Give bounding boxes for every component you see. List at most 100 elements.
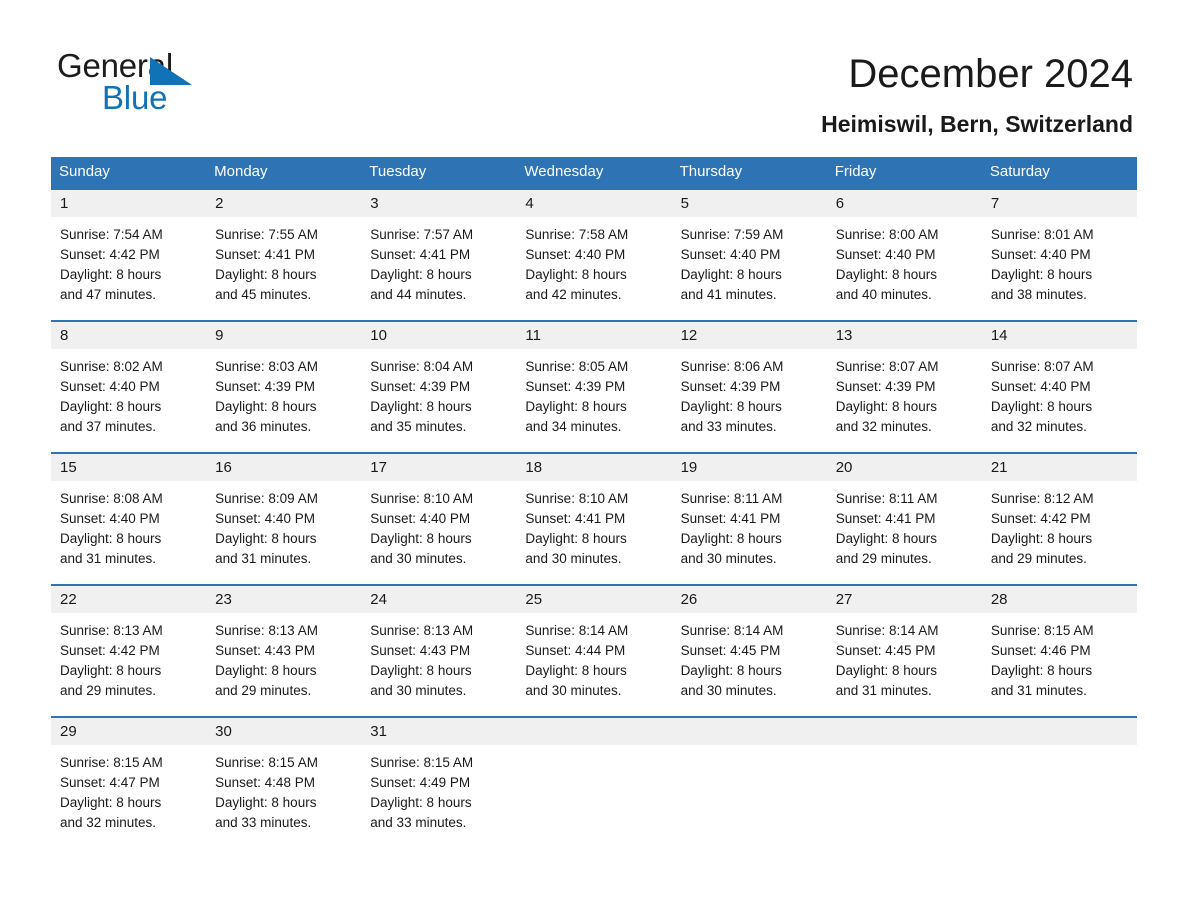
- calendar-day-cell[interactable]: 30 Sunrise: 8:15 AM Sunset: 4:48 PM Dayligh…: [206, 718, 362, 844]
- daylight-line1-text: Daylight: 8 hours: [525, 663, 627, 678]
- day-number: 10: [361, 322, 517, 349]
- calendar-day-cell[interactable]: 12 Sunrise: 8:06 AM Sunset: 4:39 PM Dayligh…: [671, 322, 827, 448]
- sunset-text: Sunset: 4:41 PM: [215, 247, 315, 262]
- calendar-day-cell[interactable]: 26 Sunrise: 8:14 AM Sunset: 4:45 PM Dayligh…: [671, 586, 827, 712]
- calendar-day-cell[interactable]: 4 Sunrise: 7:58 AM Sunset: 4:40 PM Daylight…: [516, 190, 672, 316]
- calendar-day-cell[interactable]: 24 Sunrise: 8:13 AM Sunset: 4:43 PM Dayligh…: [361, 586, 517, 712]
- day-number: 17: [361, 454, 517, 481]
- sunrise-text: Sunrise: 8:12 AM: [990, 491, 1094, 506]
- calendar-day-cell[interactable]: 2 Sunrise: 7:55 AM Sunset: 4:41 PM Daylight…: [206, 190, 362, 316]
- day-number: 13: [826, 322, 982, 349]
- daylight-line1-text: Daylight: 8 hours: [215, 267, 317, 282]
- day-number: 16: [206, 454, 362, 481]
- calendar-weeks: 1 Sunrise: 7:54 AM Sunset: 4:42 PM Daylight…: [51, 188, 1137, 844]
- day-details: Sunrise: 8:07 AM Sunset: 4:39 PM Daylight:…: [827, 349, 982, 437]
- day-number: 7: [981, 190, 1137, 217]
- day-number: 23: [206, 586, 362, 613]
- calendar-day-cell[interactable]: 25 Sunrise: 8:14 AM Sunset: 4:44 PM Dayligh…: [516, 586, 672, 712]
- day-details: Sunrise: 8:13 AM Sunset: 4:43 PM Daylight:…: [361, 613, 516, 701]
- sunset-text: Sunset: 4:42 PM: [60, 643, 160, 658]
- daylight-line2-text: and 30 minutes.: [370, 683, 467, 698]
- weekday-header-saturday: Saturday: [989, 163, 1050, 180]
- sunset-text: Sunset: 4:40 PM: [835, 247, 936, 262]
- daylight-line1-text: Daylight: 8 hours: [370, 531, 472, 546]
- sunrise-text: Sunrise: 8:11 AM: [835, 491, 938, 506]
- day-details: Sunrise: 8:13 AM Sunset: 4:43 PM Daylight:…: [206, 613, 361, 701]
- day-number: 6: [826, 190, 982, 217]
- sunset-text: Sunset: 4:41 PM: [835, 511, 936, 526]
- general-blue-logo[interactable]: General Blue: [57, 48, 257, 120]
- day-number: [981, 718, 1137, 745]
- daylight-line2-text: and 34 minutes.: [525, 419, 622, 434]
- day-number: 24: [361, 586, 517, 613]
- calendar-cell-empty: [516, 718, 672, 844]
- calendar-day-cell[interactable]: 21 Sunrise: 8:12 AM Sunset: 4:42 PM Dayligh…: [981, 454, 1137, 580]
- daylight-line2-text: and 37 minutes.: [60, 419, 157, 434]
- daylight-line1-text: Daylight: 8 hours: [990, 267, 1093, 282]
- daylight-line1-text: Daylight: 8 hours: [370, 267, 472, 282]
- calendar-day-cell[interactable]: 31 Sunrise: 8:15 AM Sunset: 4:49 PM Dayligh…: [361, 718, 517, 844]
- daylight-line1-text: Daylight: 8 hours: [370, 399, 472, 414]
- calendar-day-cell[interactable]: 1 Sunrise: 7:54 AM Sunset: 4:42 PM Daylight…: [51, 190, 207, 316]
- calendar-day-cell[interactable]: 10 Sunrise: 8:04 AM Sunset: 4:39 PM Dayligh…: [361, 322, 517, 448]
- day-details: Sunrise: 8:14 AM Sunset: 4:44 PM Daylight:…: [516, 613, 671, 701]
- day-number: [671, 718, 827, 745]
- calendar-cell-empty: [826, 718, 982, 844]
- calendar-day-cell[interactable]: 7 Sunrise: 8:01 AM Sunset: 4:40 PM Daylight…: [981, 190, 1137, 316]
- sunrise-text: Sunrise: 7:54 AM: [60, 227, 163, 242]
- daylight-line1-text: Daylight: 8 hours: [370, 663, 472, 678]
- calendar-cell-empty: [981, 718, 1137, 844]
- day-details: Sunrise: 8:06 AM Sunset: 4:39 PM Daylight:…: [672, 349, 827, 437]
- daylight-line2-text: and 32 minutes.: [835, 419, 932, 434]
- weekday-header-row: Sunday Monday Tuesday Wednesday Thursday Frid…: [51, 157, 1137, 188]
- calendar-day-cell[interactable]: 11 Sunrise: 8:05 AM Sunset: 4:39 PM Dayligh…: [516, 322, 672, 448]
- calendar-day-cell[interactable]: 6 Sunrise: 8:00 AM Sunset: 4:40 PM Daylight…: [826, 190, 982, 316]
- daylight-line1-text: Daylight: 8 hours: [680, 399, 782, 414]
- day-details: Sunrise: 8:11 AM Sunset: 4:41 PM Daylight:…: [672, 481, 827, 569]
- calendar-day-cell[interactable]: 13 Sunrise: 8:07 AM Sunset: 4:39 PM Dayligh…: [826, 322, 982, 448]
- calendar-day-cell[interactable]: 8 Sunrise: 8:02 AM Sunset: 4:40 PM Daylight…: [51, 322, 207, 448]
- daylight-line2-text: and 33 minutes.: [680, 419, 777, 434]
- calendar-day-cell[interactable]: 28 Sunrise: 8:15 AM Sunset: 4:46 PM Dayligh…: [981, 586, 1137, 712]
- calendar-day-cell[interactable]: 29 Sunrise: 8:15 AM Sunset: 4:47 PM Dayligh…: [51, 718, 207, 844]
- sunset-text: Sunset: 4:45 PM: [835, 643, 936, 658]
- daylight-line1-text: Daylight: 8 hours: [990, 399, 1093, 414]
- sunset-text: Sunset: 4:47 PM: [60, 775, 160, 790]
- calendar-day-cell[interactable]: 19 Sunrise: 8:11 AM Sunset: 4:41 PM Dayligh…: [671, 454, 827, 580]
- sunrise-text: Sunrise: 8:03 AM: [215, 359, 318, 374]
- sunrise-text: Sunrise: 8:13 AM: [60, 623, 163, 638]
- day-details: Sunrise: 8:07 AM Sunset: 4:40 PM Daylight:…: [982, 349, 1137, 437]
- sunrise-text: Sunrise: 8:02 AM: [60, 359, 163, 374]
- day-details: Sunrise: 7:54 AM Sunset: 4:42 PM Daylight:…: [51, 217, 206, 305]
- calendar-day-cell[interactable]: 22 Sunrise: 8:13 AM Sunset: 4:42 PM Dayligh…: [51, 586, 207, 712]
- calendar-day-cell[interactable]: 27 Sunrise: 8:14 AM Sunset: 4:45 PM Dayligh…: [826, 586, 982, 712]
- sunrise-text: Sunrise: 8:15 AM: [215, 755, 318, 770]
- sunset-text: Sunset: 4:39 PM: [835, 379, 936, 394]
- daylight-line2-text: and 30 minutes.: [370, 551, 467, 566]
- sunset-text: Sunset: 4:39 PM: [370, 379, 471, 394]
- day-details: Sunrise: 8:02 AM Sunset: 4:40 PM Daylight:…: [51, 349, 206, 437]
- calendar-day-cell[interactable]: 15 Sunrise: 8:08 AM Sunset: 4:40 PM Dayligh…: [51, 454, 207, 580]
- calendar-day-cell[interactable]: 16 Sunrise: 8:09 AM Sunset: 4:40 PM Dayligh…: [206, 454, 362, 580]
- calendar-day-cell[interactable]: 18 Sunrise: 8:10 AM Sunset: 4:41 PM Dayligh…: [516, 454, 672, 580]
- calendar-day-cell[interactable]: 5 Sunrise: 7:59 AM Sunset: 4:40 PM Daylight…: [671, 190, 827, 316]
- day-details: Sunrise: 8:10 AM Sunset: 4:41 PM Daylight:…: [516, 481, 671, 569]
- sunset-text: Sunset: 4:40 PM: [215, 511, 315, 526]
- day-number: 4: [516, 190, 672, 217]
- calendar-week-row: 22 Sunrise: 8:13 AM Sunset: 4:42 PM Dayligh…: [51, 584, 1137, 712]
- daylight-line1-text: Daylight: 8 hours: [835, 399, 938, 414]
- calendar-day-cell[interactable]: 23 Sunrise: 8:13 AM Sunset: 4:43 PM Dayligh…: [206, 586, 362, 712]
- calendar-day-cell[interactable]: 14 Sunrise: 8:07 AM Sunset: 4:40 PM Dayligh…: [981, 322, 1137, 448]
- day-details: Sunrise: 8:12 AM Sunset: 4:42 PM Daylight:…: [982, 481, 1137, 569]
- calendar-day-cell[interactable]: 20 Sunrise: 8:11 AM Sunset: 4:41 PM Dayligh…: [826, 454, 982, 580]
- daylight-line1-text: Daylight: 8 hours: [525, 399, 627, 414]
- calendar-day-cell[interactable]: 3 Sunrise: 7:57 AM Sunset: 4:41 PM Daylight…: [361, 190, 517, 316]
- sunset-text: Sunset: 4:41 PM: [370, 247, 471, 262]
- day-details: Sunrise: 8:15 AM Sunset: 4:49 PM Daylight:…: [361, 745, 516, 833]
- sunset-text: Sunset: 4:44 PM: [525, 643, 626, 658]
- page-title: December 2024: [848, 52, 1133, 96]
- weekday-header-monday: Monday: [214, 163, 268, 180]
- calendar-day-cell[interactable]: 17 Sunrise: 8:10 AM Sunset: 4:40 PM Dayligh…: [361, 454, 517, 580]
- calendar-day-cell[interactable]: 9 Sunrise: 8:03 AM Sunset: 4:39 PM Daylight…: [206, 322, 362, 448]
- sunrise-text: Sunrise: 7:57 AM: [370, 227, 474, 242]
